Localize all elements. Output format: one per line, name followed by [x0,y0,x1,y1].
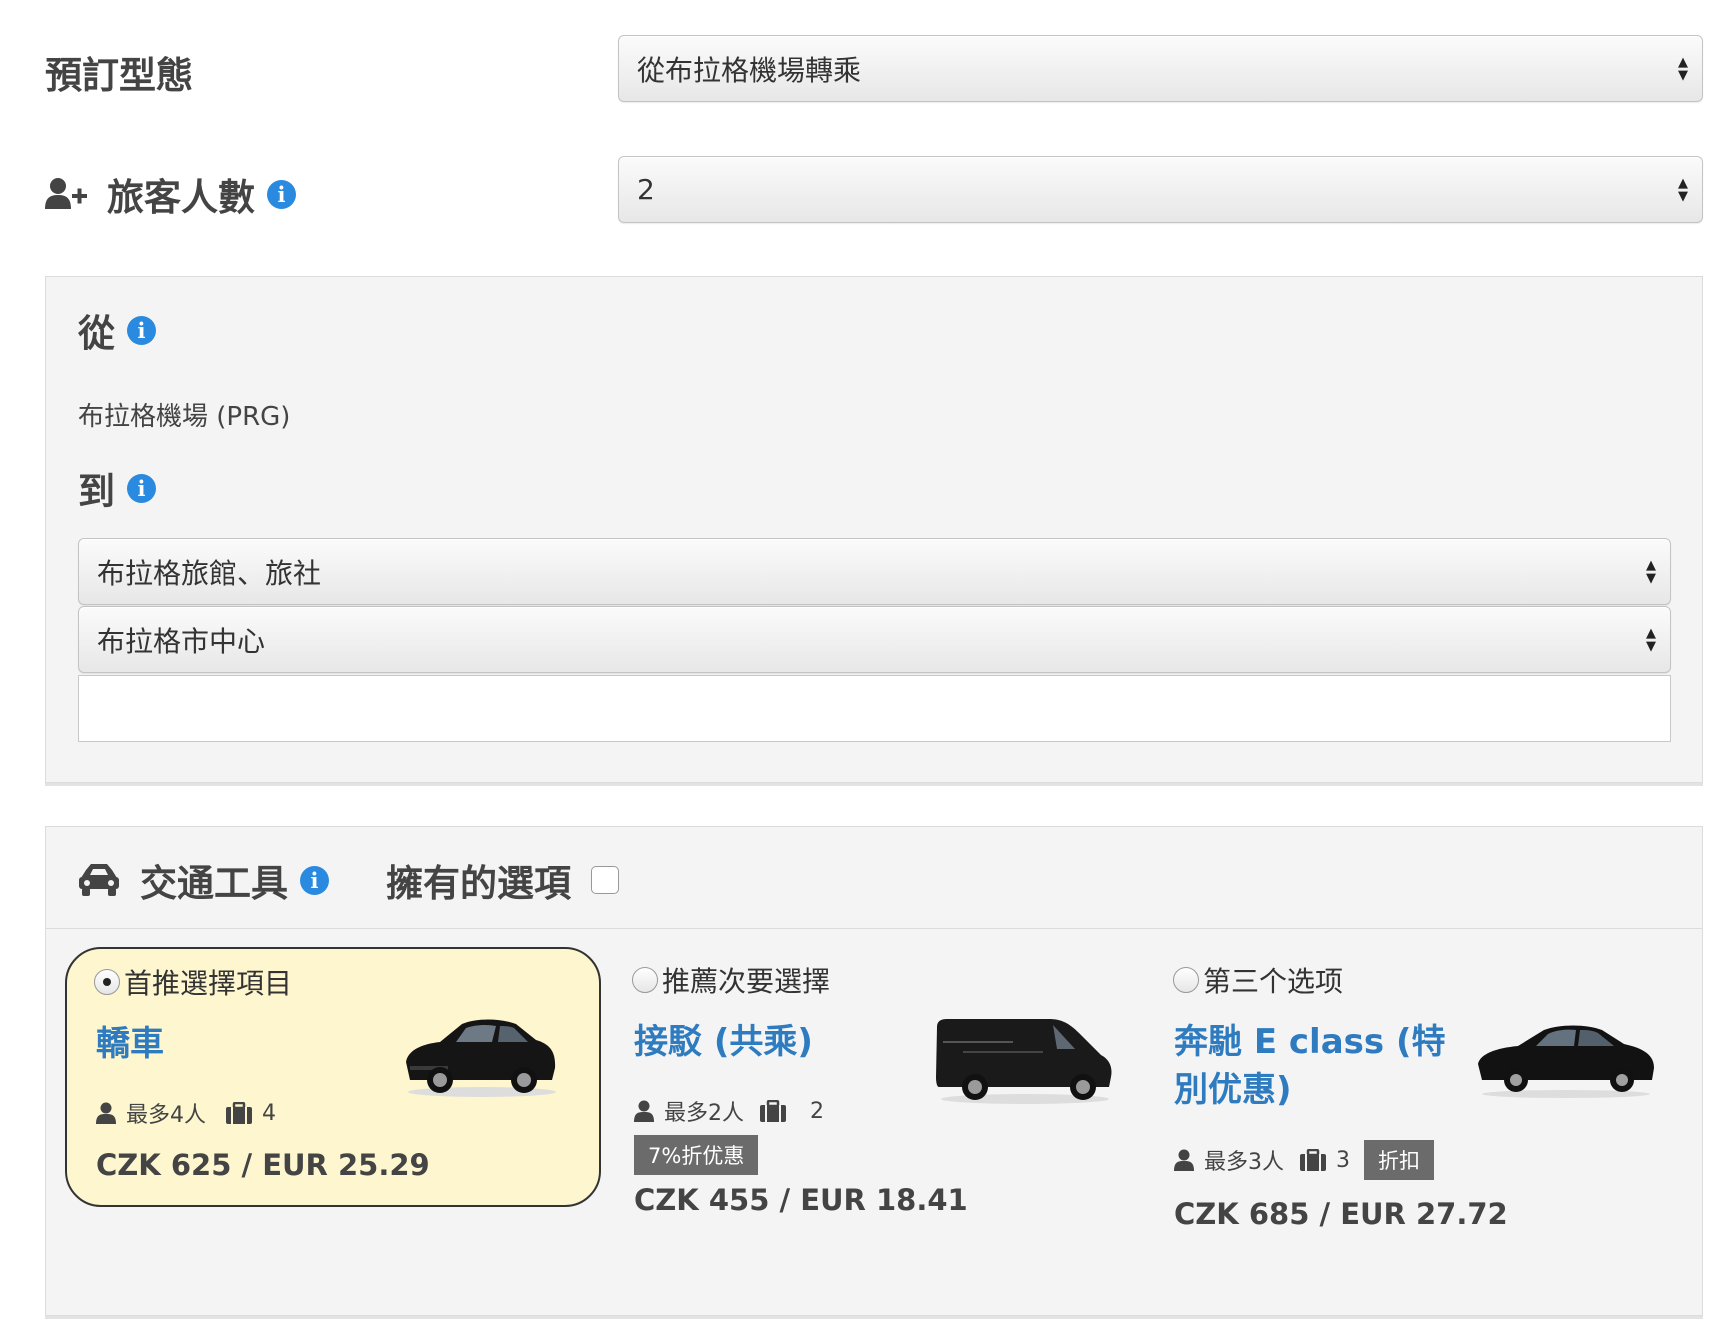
option-1-radio[interactable] [94,969,120,995]
passengers-value: 2 [637,173,655,206]
van-image [933,1015,1115,1105]
option-3-radio-label: 第三个选项 [1203,965,1344,998]
option-2-luggage: 2 [810,1098,824,1124]
passengers-label-row: 旅客人數 i [45,167,296,221]
option-2-name[interactable]: 接駁 (共乘) [634,1018,813,1066]
owned-options-checkbox[interactable] [591,866,619,894]
option-1-name[interactable]: 轎車 [96,1020,164,1068]
vehicle-title: 交通工具 [140,862,288,905]
option-3-name[interactable]: 奔馳 E class (特別优惠) [1174,1018,1474,1114]
owned-options-row: 擁有的選項 [386,853,619,907]
option-1-price: CZK 625 / EUR 25.29 [96,1148,430,1182]
select-arrows-icon: ▲ ▼ [1678,54,1688,83]
taxi-icon [78,862,120,898]
address-input[interactable] [78,675,1671,742]
option-2-radio-row[interactable]: 推薦次要選擇 [632,960,830,1000]
owned-options-label: 擁有的選項 [386,862,571,905]
option-2-radio[interactable] [632,967,658,993]
booking-type-select[interactable]: 從布拉格機場轉乘 ▲ ▼ [618,35,1703,102]
select-arrows-icon: ▲ ▼ [1646,625,1656,654]
panel-divider [46,928,1702,929]
option-1-specs: 最多4人 4 [96,1097,276,1129]
briefcase-icon [1300,1149,1326,1171]
from-label: 從 [78,312,115,355]
to-label-row: 到 i [78,461,156,515]
briefcase-icon [226,1102,252,1124]
option-3-max-people: 最多3人 [1204,1150,1284,1175]
option-3-luggage: 3 [1336,1147,1350,1173]
option-3-discount-badge: 折扣 [1364,1140,1434,1180]
select-arrows-icon: ▲ ▼ [1646,557,1656,586]
option-2-radio-label: 推薦次要選擇 [662,965,831,998]
user-plus-icon [45,177,87,211]
option-3-radio-row[interactable]: 第三个选项 [1173,960,1343,1000]
from-value: 布拉格機場 (PRG) [78,402,291,432]
option-3-price: CZK 685 / EUR 27.72 [1174,1197,1508,1231]
destination-category-value: 布拉格旅館、旅社 [97,556,322,590]
info-icon[interactable]: i [300,865,329,895]
destination-category-select[interactable]: 布拉格旅館、旅社 ▲ ▼ [78,538,1671,605]
destination-area-select[interactable]: 布拉格市中心 ▲ ▼ [78,606,1671,673]
destination-area-value: 布拉格市中心 [97,624,266,658]
user-icon [96,1102,116,1124]
select-arrows-icon: ▲ ▼ [1678,175,1688,204]
option-1-radio-label: 首推選擇項目 [124,967,293,1000]
option-2-price: CZK 455 / EUR 18.41 [634,1183,968,1217]
option-2-max-people: 最多2人 [664,1101,744,1126]
option-1-max-people: 最多4人 [126,1103,206,1128]
user-icon [1174,1149,1194,1171]
option-3-radio[interactable] [1173,967,1199,993]
user-icon [634,1100,654,1122]
passengers-label: 旅客人數 [107,176,255,219]
option-2-specs: 最多2人 2 7%折优惠 [634,1095,854,1175]
to-label: 到 [78,470,115,513]
option-1-radio-row[interactable]: 首推選擇項目 [94,962,292,1002]
info-icon[interactable]: i [127,473,156,503]
booking-type-label: 預訂型態 [45,54,193,97]
from-label-row: 從 i [78,303,156,357]
option-2-discount-badge: 7%折优惠 [634,1135,759,1175]
vehicle-header: 交通工具 i [78,853,329,907]
booking-type-value: 從布拉格機場轉乘 [637,53,862,87]
option-1-luggage: 4 [262,1100,276,1126]
briefcase-icon [760,1100,786,1122]
info-icon[interactable]: i [127,315,156,345]
option-3-specs: 最多3人 3 折扣 [1174,1140,1434,1180]
mercedes-image [1474,1018,1658,1100]
info-icon[interactable]: i [267,179,296,209]
passengers-select[interactable]: 2 ▲ ▼ [618,156,1703,223]
car-image [400,1010,560,1100]
